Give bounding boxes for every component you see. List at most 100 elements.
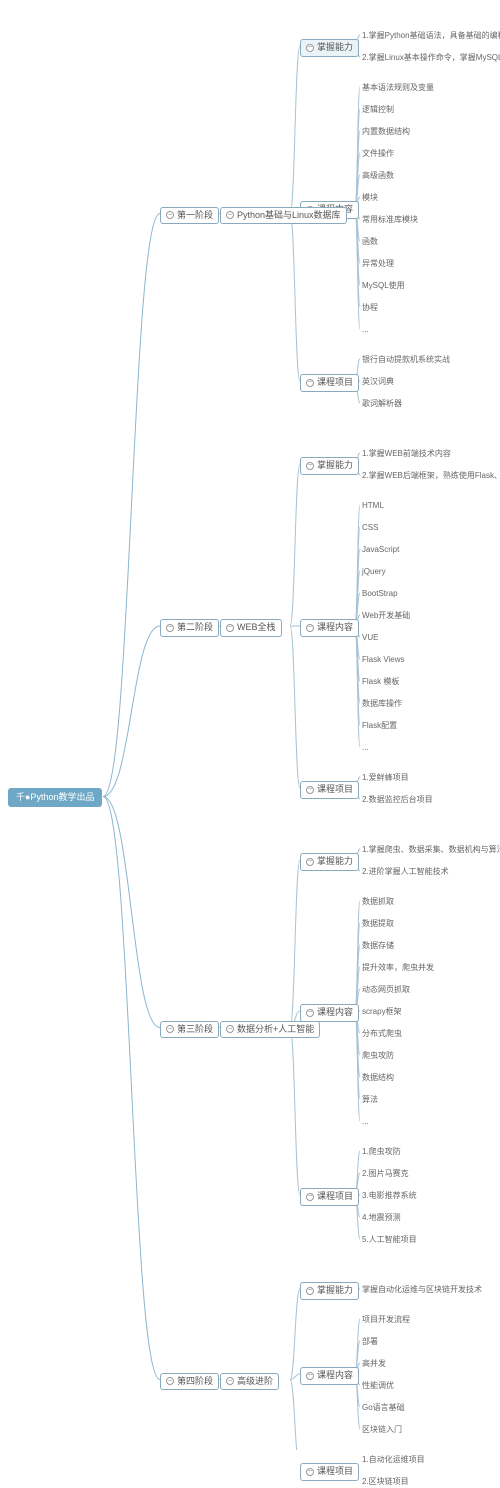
toggle-icon[interactable]: − bbox=[306, 1287, 314, 1295]
leaf-3-1-2-label: 高并发 bbox=[362, 1359, 386, 1369]
leaf-2-1-7: 爬虫攻防 bbox=[360, 1050, 396, 1062]
leaf-2-2-4: 5.人工智能项目 bbox=[360, 1234, 419, 1246]
group-1-2[interactable]: −课程项目 bbox=[300, 781, 359, 799]
toggle-icon[interactable]: − bbox=[166, 1025, 174, 1033]
group-3-1-label: 课程内容 bbox=[317, 1370, 353, 1382]
toggle-icon[interactable]: − bbox=[306, 379, 314, 387]
phase-1[interactable]: −第二阶段 bbox=[160, 619, 219, 637]
toggle-icon[interactable]: − bbox=[306, 1009, 314, 1017]
group-1-0[interactable]: −掌握能力 bbox=[300, 457, 359, 475]
phase-0-label: 第一阶段 bbox=[177, 210, 213, 222]
root-node-label: 千●Python教学出品 bbox=[16, 792, 94, 804]
leaf-1-1-9-label: 数据库操作 bbox=[362, 699, 402, 709]
leaf-1-1-2: JavaScript bbox=[360, 544, 401, 556]
phase-sub-0-label: Python基础与Linux数据库 bbox=[237, 210, 341, 222]
leaf-1-1-5: Web开发基础 bbox=[360, 610, 412, 622]
leaf-0-1-10: 协程 bbox=[360, 302, 380, 314]
phase-2[interactable]: −第三阶段 bbox=[160, 1021, 219, 1039]
leaf-2-1-2: 数据存储 bbox=[360, 940, 396, 952]
leaf-0-2-0-label: 银行自动提款机系统实战 bbox=[362, 355, 450, 365]
leaf-3-1-4: Go语言基础 bbox=[360, 1402, 407, 1414]
toggle-icon[interactable]: − bbox=[306, 1468, 314, 1476]
phase-sub-1[interactable]: −WEB全栈 bbox=[220, 619, 282, 637]
leaf-3-1-2: 高并发 bbox=[360, 1358, 388, 1370]
leaf-2-2-3-label: 4.地震预测 bbox=[362, 1213, 401, 1223]
group-2-0-label: 掌握能力 bbox=[317, 856, 353, 868]
leaf-2-0-1: 2.进阶掌握人工智能技术 bbox=[360, 866, 451, 878]
root-node[interactable]: 千●Python教学出品 bbox=[8, 788, 102, 808]
toggle-icon[interactable]: − bbox=[166, 1377, 174, 1385]
toggle-icon[interactable]: − bbox=[306, 858, 314, 866]
leaf-1-1-4: BootStrap bbox=[360, 588, 400, 600]
group-1-2-label: 课程项目 bbox=[317, 784, 353, 796]
leaf-1-0-1-label: 2.掌握WEB后端框架，熟练使用Flask、Tornado、Django bbox=[362, 471, 500, 481]
leaf-2-1-3: 提升效率，爬虫并发 bbox=[360, 962, 436, 974]
leaf-1-1-7-label: Flask Views bbox=[362, 655, 405, 665]
leaf-0-1-8-label: 异常处理 bbox=[362, 259, 394, 269]
group-3-2[interactable]: −课程项目 bbox=[300, 1463, 359, 1481]
leaf-0-1-6: 常用标准库模块 bbox=[360, 214, 420, 226]
leaf-3-1-1: 部署 bbox=[360, 1336, 380, 1348]
leaf-2-2-0-label: 1.爬虫攻防 bbox=[362, 1147, 401, 1157]
toggle-icon[interactable]: − bbox=[306, 44, 314, 52]
leaf-2-2-1-label: 2.图片马赛克 bbox=[362, 1169, 409, 1179]
group-3-0-label: 掌握能力 bbox=[317, 1285, 353, 1297]
group-3-0[interactable]: −掌握能力 bbox=[300, 1282, 359, 1300]
leaf-2-1-8: 数据结构 bbox=[360, 1072, 396, 1084]
phase-3[interactable]: −第四阶段 bbox=[160, 1373, 219, 1391]
toggle-icon[interactable]: − bbox=[226, 624, 234, 632]
group-2-0[interactable]: −掌握能力 bbox=[300, 853, 359, 871]
toggle-icon[interactable]: − bbox=[306, 786, 314, 794]
leaf-1-1-0-label: HTML bbox=[362, 501, 384, 511]
leaf-0-1-7-label: 函数 bbox=[362, 237, 378, 247]
toggle-icon[interactable]: − bbox=[306, 1193, 314, 1201]
group-2-1-label: 课程内容 bbox=[317, 1007, 353, 1019]
group-3-1[interactable]: −课程内容 bbox=[300, 1367, 359, 1385]
group-0-2-label: 课程项目 bbox=[317, 377, 353, 389]
leaf-2-0-1-label: 2.进阶掌握人工智能技术 bbox=[362, 867, 449, 877]
group-1-1[interactable]: −课程内容 bbox=[300, 619, 359, 637]
leaf-2-1-0: 数据抓取 bbox=[360, 896, 396, 908]
toggle-icon[interactable]: − bbox=[226, 211, 234, 219]
leaf-1-1-10-label: Flask配置 bbox=[362, 721, 397, 731]
leaf-1-1-7: Flask Views bbox=[360, 654, 407, 666]
leaf-2-1-2-label: 数据存储 bbox=[362, 941, 394, 951]
leaf-0-2-2-label: 歌词解析器 bbox=[362, 399, 402, 409]
leaf-0-1-5: 模块 bbox=[360, 192, 380, 204]
leaf-3-1-5: 区块链入门 bbox=[360, 1424, 404, 1436]
phase-sub-3[interactable]: −高级进阶 bbox=[220, 1373, 279, 1391]
leaf-2-2-3: 4.地震预测 bbox=[360, 1212, 403, 1224]
toggle-icon[interactable]: − bbox=[226, 1377, 234, 1385]
leaf-3-1-5-label: 区块链入门 bbox=[362, 1425, 402, 1435]
toggle-icon[interactable]: − bbox=[166, 624, 174, 632]
leaf-1-0-1: 2.掌握WEB后端框架，熟练使用Flask、Tornado、Django bbox=[360, 470, 500, 482]
toggle-icon[interactable]: − bbox=[306, 624, 314, 632]
leaf-0-1-1-label: 逻辑控制 bbox=[362, 105, 394, 115]
leaf-0-1-9: MySQL使用 bbox=[360, 280, 407, 292]
toggle-icon[interactable]: − bbox=[226, 1025, 234, 1033]
toggle-icon[interactable]: − bbox=[306, 1372, 314, 1380]
leaf-2-1-0-label: 数据抓取 bbox=[362, 897, 394, 907]
leaf-0-0-1-label: 2.掌握Linux基本操作命令，掌握MySQL进阶内容 bbox=[362, 53, 500, 63]
leaf-2-1-10-label: ... bbox=[362, 1117, 369, 1127]
toggle-icon[interactable]: − bbox=[306, 462, 314, 470]
phase-sub-0[interactable]: −Python基础与Linux数据库 bbox=[220, 207, 347, 225]
leaf-2-1-6-label: 分布式爬虫 bbox=[362, 1029, 402, 1039]
leaf-3-2-0-label: 1.自动化运维项目 bbox=[362, 1455, 425, 1465]
group-2-1[interactable]: −课程内容 bbox=[300, 1004, 359, 1022]
group-0-2[interactable]: −课程项目 bbox=[300, 374, 359, 392]
leaf-3-0-0-label: 掌握自动化运维与区块链开发技术 bbox=[362, 1285, 482, 1295]
phase-0[interactable]: −第一阶段 bbox=[160, 207, 219, 225]
leaf-1-2-0-label: 1.爱鲜蜂项目 bbox=[362, 773, 409, 783]
phase-sub-2[interactable]: −数据分析+人工智能 bbox=[220, 1021, 320, 1039]
group-2-2[interactable]: −课程项目 bbox=[300, 1188, 359, 1206]
leaf-3-1-1-label: 部署 bbox=[362, 1337, 378, 1347]
phase-sub-3-label: 高级进阶 bbox=[237, 1376, 273, 1388]
leaf-3-1-3-label: 性能调优 bbox=[362, 1381, 394, 1391]
leaf-0-1-9-label: MySQL使用 bbox=[362, 281, 405, 291]
leaf-1-1-11: ... bbox=[360, 742, 371, 754]
toggle-icon[interactable]: − bbox=[166, 211, 174, 219]
group-0-0[interactable]: −掌握能力 bbox=[300, 39, 359, 57]
leaf-2-1-8-label: 数据结构 bbox=[362, 1073, 394, 1083]
leaf-2-2-0: 1.爬虫攻防 bbox=[360, 1146, 403, 1158]
